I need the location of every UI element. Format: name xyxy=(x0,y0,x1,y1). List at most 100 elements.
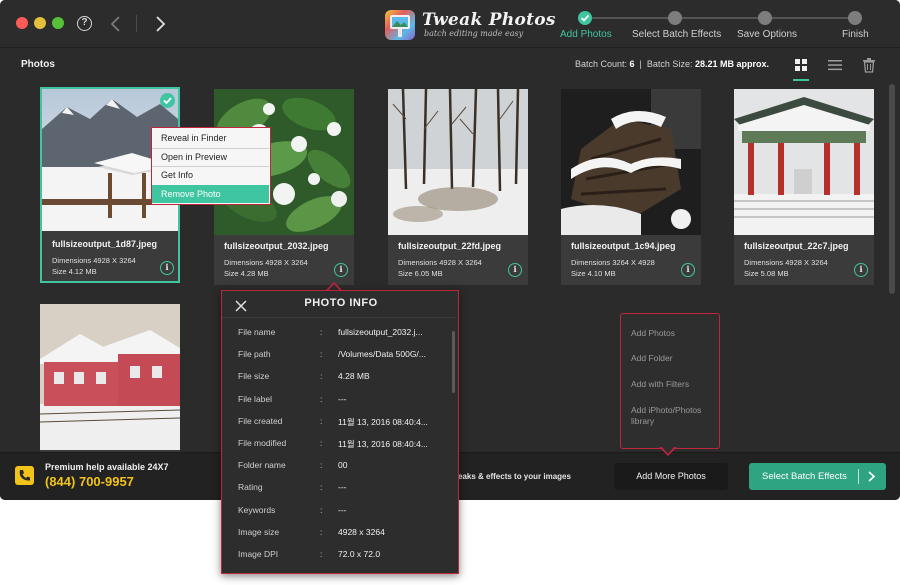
batch-info: Batch Count: 6 | Batch Size: 28.21 MB ap… xyxy=(575,59,769,69)
add-more-photos-button[interactable]: Add More Photos xyxy=(614,463,728,490)
grid-view-icon[interactable] xyxy=(794,58,808,72)
app-title: Tweak Photos xyxy=(422,10,556,30)
photo-file-name: fullsizeoutput_22c7.jpeg xyxy=(744,241,849,251)
step-dot-finish xyxy=(848,11,862,25)
photo-dimensions: Dimensions 4928 X 3264 xyxy=(52,256,136,265)
info-icon[interactable]: i xyxy=(508,263,522,277)
photo-info-row: File label: --- xyxy=(222,394,452,408)
zoom-window-button[interactable] xyxy=(52,17,64,29)
add-menu-pointer-inner xyxy=(661,446,675,454)
info-icon[interactable]: i xyxy=(681,263,695,277)
photo-info-row: File size: 4.28 MB xyxy=(222,371,452,385)
photo-info-key: Rating xyxy=(238,482,263,493)
photo-info-key: File label xyxy=(238,393,273,404)
photo-file-name: fullsizeoutput_2032.jpeg xyxy=(224,241,329,251)
photo-info-value: --- xyxy=(338,482,347,493)
back-arrow-icon[interactable] xyxy=(108,13,124,35)
photo-info-key: File size xyxy=(238,371,270,382)
photo-size: Size 4.28 MB xyxy=(224,269,269,278)
photo-size: Size 6.05 MB xyxy=(398,269,443,278)
photo-context-menu: Reveal in Finder Open in Preview Get Inf… xyxy=(151,127,271,205)
photo-info-row: Image size: 4928 x 3264 xyxy=(222,527,452,541)
trash-icon[interactable] xyxy=(862,57,876,73)
photo-info-colon: : xyxy=(320,504,323,515)
photo-info-key: Image DPI xyxy=(238,549,279,559)
selected-check-icon xyxy=(160,93,175,108)
chevron-right-icon xyxy=(868,471,876,482)
app-logo-icon xyxy=(385,10,415,40)
photo-info-value: --- xyxy=(338,504,347,515)
photo-info-value: 00 xyxy=(338,460,348,471)
photo-info-colon: : xyxy=(320,371,323,382)
photo-info-value: 4.28 MB xyxy=(338,371,370,382)
photo-card[interactable] xyxy=(40,304,180,452)
support-phone-number[interactable]: (844) 700-9957 xyxy=(45,474,134,489)
info-icon[interactable]: i xyxy=(854,263,868,277)
photo-info-colon: : xyxy=(320,327,323,337)
photo-info-scrollbar[interactable] xyxy=(452,331,455,393)
button-separator xyxy=(858,469,859,484)
photo-info-value: 11월 13, 2016 08:40:4... xyxy=(338,416,428,427)
photo-info-key: Folder name xyxy=(238,460,286,471)
photo-info-value: fullsizeoutput_2032.j... xyxy=(338,327,423,337)
photos-scrollbar[interactable] xyxy=(889,82,895,452)
photo-info-key: File created xyxy=(238,415,283,426)
menu-item-reveal-in-finder[interactable]: Reveal in Finder xyxy=(152,129,269,147)
photo-info-colon: : xyxy=(320,349,323,360)
photos-section-title: Photos xyxy=(21,59,55,70)
list-view-icon[interactable] xyxy=(828,58,842,72)
premium-help-text: Premium help available 24X7 xyxy=(45,462,169,472)
info-icon[interactable]: i xyxy=(160,261,174,275)
photo-size: Size 5.08 MB xyxy=(744,269,789,278)
photo-size: Size 4.12 MB xyxy=(52,267,97,276)
menu-item-get-info[interactable]: Get Info xyxy=(152,166,269,184)
step-label-save-options[interactable]: Save Options xyxy=(737,29,797,40)
menu-item-remove-photo[interactable]: Remove Photo xyxy=(152,185,269,203)
photo-dimensions: Dimensions 3264 X 4928 xyxy=(571,258,655,267)
select-batch-effects-button[interactable]: Select Batch Effects xyxy=(749,463,886,490)
photo-info-colon: : xyxy=(320,438,323,448)
photo-info-row: File path: /Volumes/Data 500G/... xyxy=(222,349,452,363)
photos-scroll-thumb[interactable] xyxy=(889,84,895,294)
batch-count-value: 6 xyxy=(629,59,635,69)
menu-item-add-iphoto-library[interactable]: Add iPhoto/Photos library xyxy=(631,405,716,427)
photo-info-colon: : xyxy=(320,415,323,426)
photo-info-row: File created: 11월 13, 2016 08:40:4... xyxy=(222,416,452,430)
photo-thumbnail xyxy=(561,89,701,235)
photo-info-colon: : xyxy=(320,549,323,559)
menu-item-add-folder[interactable]: Add Folder xyxy=(631,353,716,364)
photo-info-key: File modified xyxy=(238,438,287,448)
close-window-button[interactable] xyxy=(16,17,28,29)
help-button[interactable]: ? xyxy=(77,16,92,31)
minimize-window-button[interactable] xyxy=(34,17,46,29)
photo-info-row: Folder name: 00 xyxy=(222,460,452,474)
photos-toolbar: Photos Batch Count: 6 | Batch Size: 28.2… xyxy=(0,49,900,81)
photo-info-colon: : xyxy=(320,526,323,537)
photo-info-value: --- xyxy=(338,393,347,404)
photo-card[interactable]: fullsizeoutput_22c7.jpeg Dimensions 4928… xyxy=(734,89,874,285)
photo-info-value: /Volumes/Data 500G/... xyxy=(338,349,426,360)
photo-thumbnail xyxy=(734,89,874,235)
step-label-add-photos[interactable]: Add Photos xyxy=(560,29,612,40)
photo-info-key: File path xyxy=(238,349,271,360)
photo-info-row: Keywords: --- xyxy=(222,505,452,519)
photo-card[interactable]: fullsizeoutput_22fd.jpeg Dimensions 4928… xyxy=(388,89,528,285)
info-icon[interactable]: i xyxy=(334,263,348,277)
menu-item-add-with-filters[interactable]: Add with Filters xyxy=(631,379,716,390)
photo-dimensions: Dimensions 4928 X 3264 xyxy=(398,258,482,267)
step-dot-add-photos xyxy=(578,11,592,25)
photo-file-name: fullsizeoutput_22fd.jpeg xyxy=(398,241,502,251)
photo-card[interactable]: fullsizeoutput_1c94.jpeg Dimensions 3264… xyxy=(561,89,701,285)
photo-info-key: Keywords xyxy=(238,504,276,515)
step-label-finish[interactable]: Finish xyxy=(842,29,869,40)
batch-count-label: Batch Count: xyxy=(574,59,627,69)
menu-item-open-in-preview[interactable]: Open in Preview xyxy=(152,148,269,166)
menu-item-add-photos[interactable]: Add Photos xyxy=(631,328,716,339)
phone-icon xyxy=(15,466,34,485)
photo-dimensions: Dimensions 4928 X 3264 xyxy=(224,258,308,267)
step-label-select-batch-effects[interactable]: Select Batch Effects xyxy=(632,29,721,40)
photo-info-row: File name: fullsizeoutput_2032.j... xyxy=(222,327,452,341)
check-icon xyxy=(580,14,590,22)
forward-arrow-icon[interactable] xyxy=(152,13,168,35)
photo-info-divider xyxy=(222,317,457,318)
